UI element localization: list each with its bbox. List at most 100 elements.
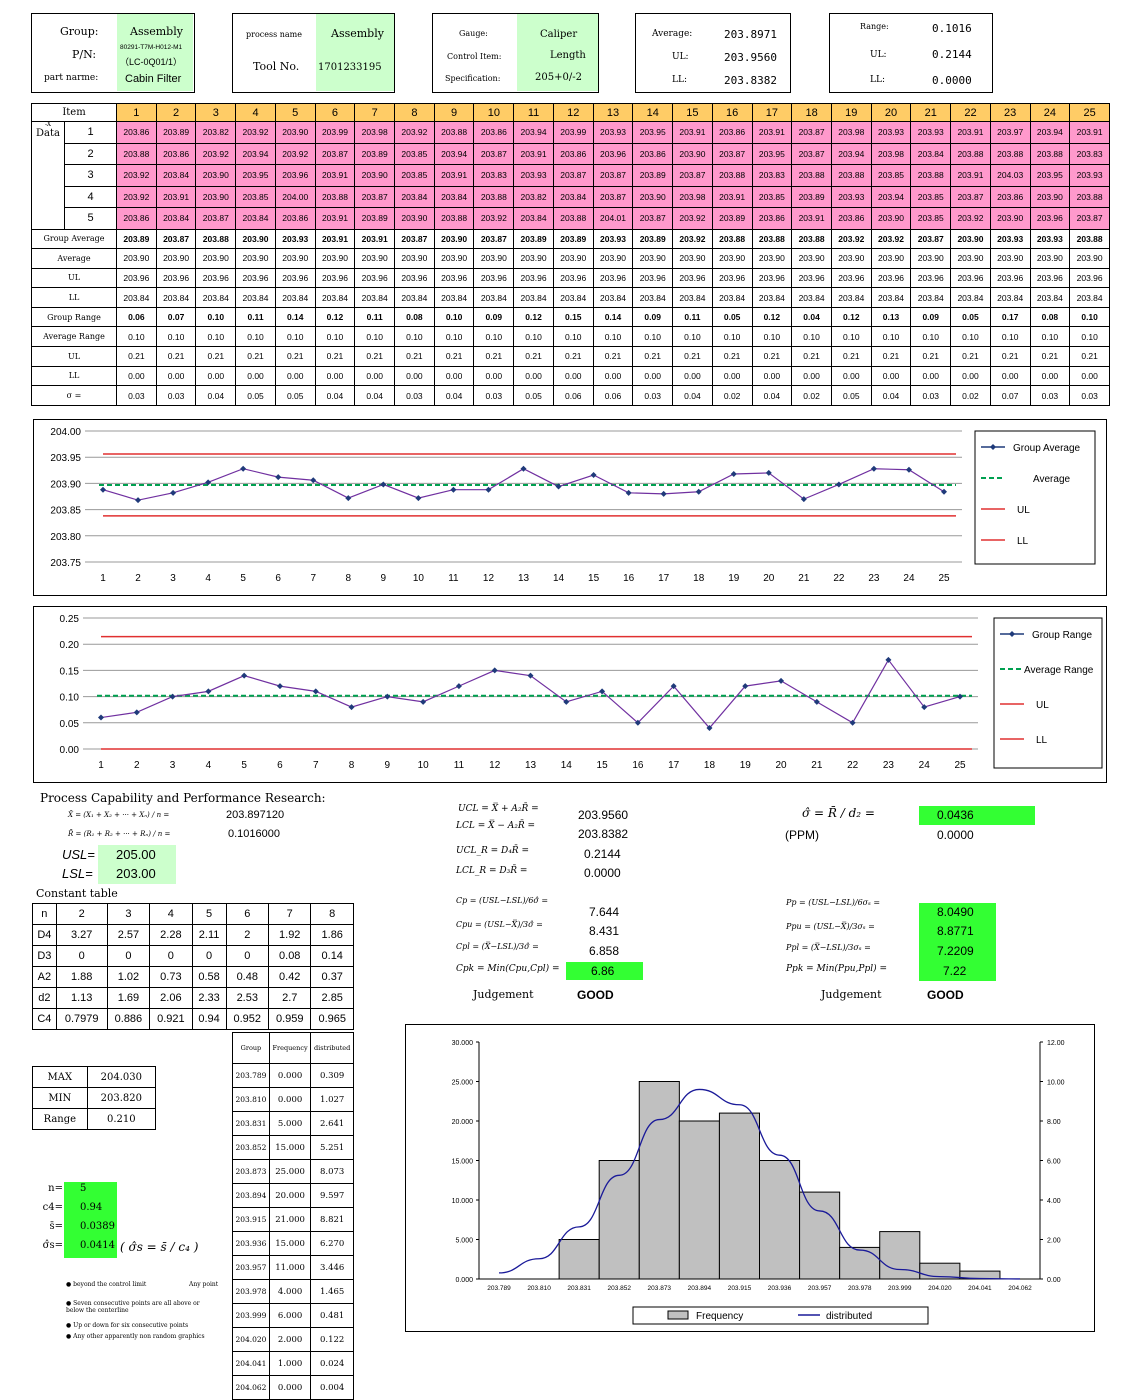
constant-cell: 0.965 <box>310 1008 354 1030</box>
column-header: 17 <box>751 103 793 122</box>
data-point <box>310 477 317 484</box>
data-cell: 203.91 <box>155 185 197 208</box>
stat-cell: 0.21 <box>473 346 515 367</box>
legend-label: UL <box>1036 700 1049 711</box>
x-tick-label: 203.978 <box>848 1285 872 1292</box>
constant-cell: 1.69 <box>106 987 151 1009</box>
constant-cell: 2 <box>225 924 270 946</box>
stat-cell: 0.12 <box>513 306 554 328</box>
stat-cell: 0.12 <box>751 306 793 328</box>
stat-cell: 203.84 <box>910 287 952 308</box>
y-tick-label: 0.000 <box>455 1277 473 1284</box>
x-tick-label: 19 <box>740 760 752 771</box>
stat-cell: 0.10 <box>592 326 634 348</box>
constant-cell: 1.02 <box>106 966 151 988</box>
data-point <box>169 693 176 700</box>
stat-cell: 0.09 <box>473 306 515 328</box>
data-cell: 203.95 <box>235 164 276 187</box>
data-cell: 203.83 <box>751 164 793 187</box>
y2-tick-label: 10.00 <box>1047 1080 1065 1087</box>
data-cell: 203.91 <box>950 164 991 187</box>
stat-cell: 203.90 <box>1029 248 1071 269</box>
stat-cell: 0.21 <box>314 346 356 367</box>
column-header: 20 <box>870 103 912 122</box>
data-cell: 203.85 <box>910 185 952 208</box>
column-header: 7 <box>354 103 396 122</box>
x-tick-label: 203.852 <box>607 1285 631 1292</box>
ll-label: LL: <box>672 75 687 85</box>
data-cell: 203.86 <box>751 207 793 230</box>
freq-cell: 0.004 <box>310 1375 354 1400</box>
minmax-value: 204.030 <box>86 1066 157 1088</box>
ppu-value: 8.8771 <box>937 924 974 938</box>
part-value: Cabin Filter <box>125 73 182 85</box>
data-cell: 203.91 <box>950 121 991 144</box>
range-ul-label: UL: <box>870 50 887 60</box>
stat-cell: 0.00 <box>155 365 197 387</box>
data-cell: 203.91 <box>711 185 753 208</box>
judgement2-value: GOOD <box>927 988 964 1002</box>
x-tick-label: 13 <box>518 573 530 584</box>
group-value: Assembly <box>130 25 183 38</box>
ul-label: UL: <box>672 52 689 62</box>
tool-label: Tool No. <box>253 60 300 73</box>
stat-cell: 0.10 <box>394 326 435 348</box>
freq-cell: 2.000 <box>268 1327 312 1352</box>
data-cell: 203.91 <box>791 207 832 230</box>
data-cell: 204.01 <box>592 207 634 230</box>
constant-cell: 0.7979 <box>55 1008 108 1030</box>
x-tick-label: 9 <box>381 573 387 584</box>
data-point <box>695 488 702 495</box>
cpk-formula: Cpk = Min(Cpu,Cpl) = <box>456 964 560 974</box>
data-cell: 203.90 <box>195 185 237 208</box>
column-header: 11 <box>513 103 554 122</box>
data-cell: 203.94 <box>433 142 475 165</box>
constant-cell: 2.11 <box>191 924 227 946</box>
stat-cell: 0.21 <box>830 346 872 367</box>
x-tick-label: 16 <box>632 760 644 771</box>
data-cell: 203.96 <box>592 142 634 165</box>
x-tick-label: 203.936 <box>768 1285 792 1292</box>
y2-tick-label: 4.00 <box>1047 1198 1061 1205</box>
stat-cell: 0.21 <box>235 346 276 367</box>
data-cell: 203.98 <box>830 121 872 144</box>
y-tick-label: 0.20 <box>60 640 80 651</box>
freq-cell: 203.936 <box>232 1231 270 1256</box>
stat-cell: 0.10 <box>552 326 594 348</box>
lcl-r-value: 0.0000 <box>584 866 621 880</box>
data-cell: 203.87 <box>592 164 634 187</box>
data-cell: 203.93 <box>910 121 952 144</box>
column-header: 8 <box>394 103 435 122</box>
freq-cell: 0.122 <box>310 1327 354 1352</box>
data-point <box>276 683 283 690</box>
stat-cell: 203.90 <box>592 248 634 269</box>
constant-header: 3 <box>106 903 151 925</box>
stat-cell: 203.87 <box>394 228 435 250</box>
column-header: 18 <box>791 103 832 122</box>
x-tick-label: 6 <box>275 573 281 584</box>
ucl-r-value: 0.2144 <box>584 847 621 861</box>
stat-row-label: UL <box>31 346 117 367</box>
data-cell: 203.92 <box>235 121 276 144</box>
column-header: 6 <box>314 103 356 122</box>
stat-cell: 0.10 <box>632 326 674 348</box>
range-ul-value: 0.2144 <box>932 48 972 61</box>
stat-cell: 0.00 <box>830 365 872 387</box>
spec-label: Specification: <box>445 74 501 83</box>
stat-cell: 0.10 <box>195 306 237 328</box>
legend-label: LL <box>1017 536 1029 547</box>
data-cell: 203.88 <box>910 164 952 187</box>
freq-cell: 5.000 <box>268 1111 312 1136</box>
stat-cell: 203.90 <box>314 248 356 269</box>
stat-cell: 0.10 <box>950 326 991 348</box>
data-cell: 203.88 <box>830 164 872 187</box>
data-point <box>590 472 597 479</box>
data-cell: 203.93 <box>830 185 872 208</box>
data-cell: 203.93 <box>592 121 634 144</box>
sigma-s-value: 0.94 <box>80 1202 103 1213</box>
stat-cell: 0.07 <box>155 306 197 328</box>
x-tick-label: 4 <box>205 573 211 584</box>
x-tick-label: 3 <box>170 573 176 584</box>
sigma-s-label: s̄= <box>49 1221 63 1232</box>
data-cell: 203.99 <box>552 121 594 144</box>
